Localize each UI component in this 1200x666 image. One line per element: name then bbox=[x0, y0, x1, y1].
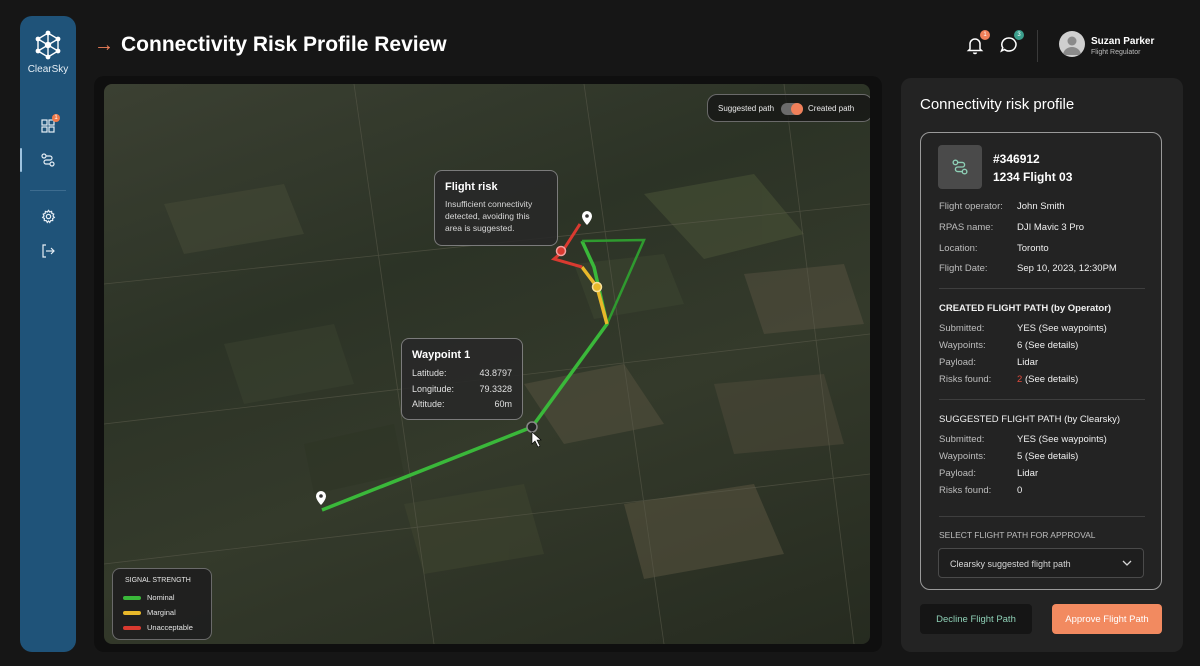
logo[interactable]: ClearSky bbox=[20, 28, 76, 75]
user-avatar-icon bbox=[1063, 36, 1081, 55]
flight-path-select[interactable]: Clearsky suggested flight path bbox=[938, 548, 1144, 578]
waypoint-altitude: Altitude: 60m bbox=[412, 399, 512, 409]
risk-profile-panel: Connectivity risk profile #346912 1234 F… bbox=[901, 78, 1183, 652]
messages-badge: 3 bbox=[1014, 30, 1024, 40]
suggested-payload: Payload: Lidar bbox=[939, 468, 1039, 479]
signal-legend: SIGNAL STRENGTH Nominal Marginal Unaccep… bbox=[112, 568, 212, 640]
legend-item-unacceptable: Unacceptable bbox=[123, 623, 193, 632]
waypoint-longitude: Longitude: 79.3328 bbox=[412, 383, 512, 394]
approve-button[interactable]: Approve Flight Path bbox=[1052, 604, 1162, 634]
satellite-map[interactable]: Suggested path Created path Flight risk … bbox=[104, 84, 870, 644]
divider bbox=[939, 516, 1145, 517]
avatar[interactable] bbox=[1059, 31, 1085, 57]
flight-icon-box bbox=[938, 145, 982, 189]
waypoint-title: Waypoint 1 bbox=[412, 349, 471, 361]
flight-risk-text-3: area is suggested. bbox=[445, 223, 515, 233]
detail-location: Location: Toronto bbox=[939, 243, 1049, 254]
sidebar-item-routes[interactable] bbox=[34, 146, 62, 174]
waypoint-latitude: Latitude: 43.8797 bbox=[412, 368, 512, 378]
chevron-down-icon bbox=[1122, 560, 1132, 566]
messages-button[interactable]: 3 bbox=[998, 30, 1024, 56]
sidebar: ClearSky 1 bbox=[20, 16, 76, 652]
panel-title: Connectivity risk profile bbox=[920, 96, 1075, 113]
select-path-label: SELECT FLIGHT PATH FOR APPROVAL bbox=[939, 530, 1096, 540]
route-icon bbox=[41, 153, 55, 167]
sidebar-item-logout[interactable] bbox=[34, 237, 62, 265]
decline-button[interactable]: Decline Flight Path bbox=[920, 604, 1032, 634]
suggested-submitted: Submitted: YES (See waypoints) bbox=[939, 434, 1107, 445]
notifications-badge: 1 bbox=[980, 30, 990, 40]
legend-item-marginal: Marginal bbox=[123, 608, 176, 617]
app-name: ClearSky bbox=[27, 64, 69, 75]
created-submitted: Submitted: YES (See waypoints) bbox=[939, 323, 1107, 334]
suggested-risks: Risks found: 0 bbox=[939, 485, 1023, 496]
flight-risk-title: Flight risk bbox=[445, 181, 498, 193]
created-path-heading: CREATED FLIGHT PATH (by Operator) bbox=[939, 303, 1112, 314]
user-name: Suzan Parker bbox=[1091, 36, 1155, 47]
flight-id: #346912 bbox=[993, 152, 1040, 166]
path-toggle[interactable]: Suggested path Created path bbox=[707, 94, 870, 122]
suggested-path-heading: SUGGESTED FLIGHT PATH (by Clearsky) bbox=[939, 414, 1121, 425]
created-risks: Risks found: 2 (See details) bbox=[939, 374, 1079, 385]
select-value: Clearsky suggested flight path bbox=[950, 559, 1071, 569]
toggle-knob bbox=[791, 103, 803, 115]
divider bbox=[939, 288, 1145, 289]
gear-icon bbox=[41, 208, 55, 223]
sidebar-divider bbox=[30, 190, 66, 191]
map-container: Suggested path Created path Flight risk … bbox=[94, 76, 882, 652]
user-role: Flight Regulator bbox=[1091, 49, 1141, 56]
notifications-button[interactable]: 1 bbox=[964, 30, 990, 56]
suggested-waypoints: Waypoints: 5 (See details) bbox=[939, 451, 1079, 462]
route-icon bbox=[952, 159, 968, 175]
toggle-label-suggested: Suggested path bbox=[718, 104, 775, 113]
detail-date: Flight Date: Sep 10, 2023, 12:30PM bbox=[939, 263, 1117, 274]
flight-risk-text-1: Insufficient connectivity bbox=[445, 199, 533, 209]
page-title: Connectivity Risk Profile Review bbox=[121, 33, 447, 56]
created-payload: Payload: Lidar bbox=[939, 357, 1039, 368]
flight-risk-tooltip: Flight risk Insufficient connectivity de… bbox=[434, 170, 558, 246]
detail-rpas: RPAS name: DJI Mavic 3 Pro bbox=[939, 222, 1085, 233]
active-indicator bbox=[20, 148, 22, 172]
clearsky-logo-icon bbox=[35, 30, 61, 60]
detail-operator: Flight operator: John Smith bbox=[939, 201, 1065, 212]
flight-card: #346912 1234 Flight 03 Flight operator: J… bbox=[920, 132, 1162, 590]
toggle-label-created: Created path bbox=[808, 104, 855, 113]
sidebar-item-settings[interactable] bbox=[34, 202, 62, 230]
path-toggle-switch[interactable] bbox=[781, 103, 803, 115]
dashboard-badge: 1 bbox=[52, 114, 60, 122]
flight-name: 1234 Flight 03 bbox=[993, 170, 1073, 184]
header-divider bbox=[1037, 30, 1038, 62]
divider bbox=[939, 399, 1145, 400]
back-arrow-icon[interactable]: → bbox=[94, 34, 114, 57]
legend-title: SIGNAL STRENGTH bbox=[125, 577, 191, 584]
flight-risk-text-2: detected, avoiding this bbox=[445, 211, 530, 221]
created-waypoints: Waypoints: 6 (See details) bbox=[939, 340, 1079, 351]
logout-icon bbox=[42, 244, 55, 258]
legend-item-nominal: Nominal bbox=[123, 593, 175, 602]
sidebar-item-dashboard[interactable]: 1 bbox=[34, 112, 62, 140]
waypoint-tooltip: Waypoint 1 Latitude: 43.8797 Longitude: 79… bbox=[401, 338, 523, 420]
